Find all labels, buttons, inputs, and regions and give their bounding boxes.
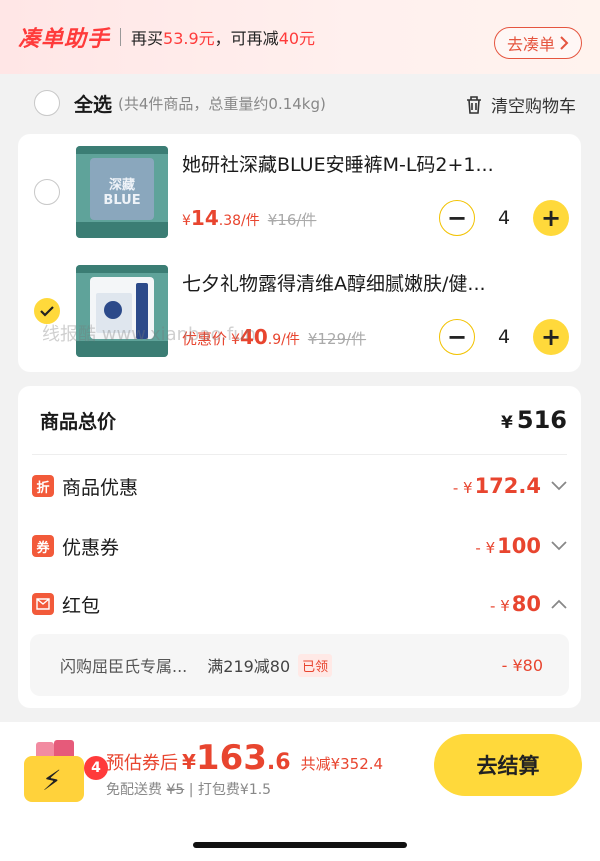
estimated-integer: 163 <box>195 738 267 778</box>
home-indicator <box>193 842 407 848</box>
discount-badge-icon: 折 <box>32 475 54 497</box>
price-currency: ¥ <box>182 213 191 229</box>
price-decimal: .38/件 <box>218 213 260 229</box>
fees-text: 免配送费 ¥5 | 打包费¥1.5 <box>106 779 271 799</box>
chevron-down-icon <box>551 481 567 491</box>
cart-bag-icon[interactable]: ⚡ 4 <box>24 740 108 802</box>
coupon-label: 优惠券 <box>62 536 120 559</box>
banner-buy-more: 53.9元 <box>163 29 215 48</box>
thumb-band <box>76 222 168 238</box>
clear-cart-button[interactable]: 清空购物车 <box>465 92 576 117</box>
red-packet-rule: 满219减80 <box>207 657 291 676</box>
decrease-button[interactable]: − <box>439 200 475 236</box>
increase-button[interactable]: + <box>533 200 569 236</box>
banner-mid: ，可再减 <box>214 29 279 48</box>
cart-count-badge: 4 <box>84 756 108 780</box>
cart-item: 深藏 BLUE 她研社深藏BLUE安睡裤M-L码2+1... ¥14.38/件 ¥… <box>18 134 581 253</box>
discount-value: 172.4 <box>474 474 541 498</box>
quantity-stepper: − 4 + <box>439 319 569 355</box>
watermark: 线报酷 www.xianbao.fun <box>42 324 257 345</box>
thumb-strip <box>76 265 168 273</box>
banner-divider <box>120 28 122 46</box>
banner-discount: 40元 <box>278 29 316 48</box>
original-price: ¥129/件 <box>307 330 367 348</box>
coupon-row[interactable]: 券 优惠券 - ¥100 <box>18 516 581 576</box>
red-packet-prefix: - ¥ <box>490 597 510 615</box>
trash-icon <box>467 95 481 114</box>
coupon-value: 100 <box>497 534 541 558</box>
red-packet-label: 红包 <box>62 594 101 617</box>
quantity-value[interactable]: 4 <box>475 207 533 229</box>
packing-fee: 打包费¥1.5 <box>197 782 272 798</box>
top-banner: 凑单助手 再买53.9元，可再减40元 去凑单 <box>0 0 600 74</box>
red-packet-detail[interactable]: 闪购屈臣氏专属... 满219减80 已领 - ¥80 <box>30 634 569 696</box>
discount-prefix: - ¥ <box>452 479 473 497</box>
fee-separator: | <box>184 782 198 798</box>
estimated-label: 预估券后 <box>106 753 178 774</box>
chevron-right-icon <box>560 36 569 50</box>
red-packet-icon <box>32 593 54 615</box>
select-all-row: 全选 (共4件商品，总重量约0.14kg) 清空购物车 <box>0 74 600 132</box>
cart-summary-text: (共4件商品，总重量约0.14kg) <box>118 94 326 113</box>
check-icon <box>40 306 54 317</box>
price-decimal: .9/件 <box>267 332 300 348</box>
chevron-down-icon <box>551 541 567 551</box>
estimated-price: 预估券后 ¥ 163 .6 共减¥352.4 <box>106 738 383 778</box>
cart-item: 七夕礼物露得清维A醇细腻嫩肤/健... 优惠价 ¥40.9/件 ¥129/件 − 4… <box>18 253 581 372</box>
total-currency: ¥ <box>501 413 513 433</box>
quantity-value[interactable]: 4 <box>475 326 533 348</box>
increase-button[interactable]: + <box>533 319 569 355</box>
total-saved: 共减¥352.4 <box>300 755 384 773</box>
banner-logo: 凑单助手 <box>18 27 111 52</box>
clear-cart-label: 清空购物车 <box>491 97 576 117</box>
free-delivery: 免配送费 <box>106 782 162 798</box>
price-integer: 14 <box>190 206 219 230</box>
discount-row[interactable]: 折 商品优惠 - ¥172.4 <box>18 456 581 516</box>
discount-amount: - ¥172.4 <box>453 474 541 498</box>
item-checkbox[interactable] <box>34 179 60 205</box>
thumb-cap <box>104 301 122 319</box>
product-image[interactable]: 深藏 BLUE <box>76 146 168 238</box>
total-price-value: ¥516 <box>501 406 567 434</box>
coupon-badge-icon: 券 <box>32 535 54 557</box>
estimated-currency: ¥ <box>182 750 196 774</box>
product-price: ¥14.38/件 ¥16/件 <box>182 206 316 230</box>
go-combine-button[interactable]: 去凑单 <box>493 27 582 59</box>
lightning-icon: ⚡ <box>42 764 62 797</box>
decrease-button[interactable]: − <box>439 319 475 355</box>
red-packet-value: 80 <box>511 592 541 616</box>
divider <box>32 454 567 455</box>
thumb-strip <box>76 146 168 154</box>
thumb-text: 深藏 BLUE <box>103 178 141 208</box>
coupon-prefix: - ¥ <box>475 539 496 557</box>
product-title[interactable]: 七夕礼物露得清维A醇细腻嫩肤/健... <box>182 269 562 296</box>
product-title[interactable]: 她研社深藏BLUE安睡裤M-L码2+1... <box>182 150 562 177</box>
original-price: ¥16/件 <box>267 211 317 229</box>
select-all-label[interactable]: 全选 <box>74 90 112 117</box>
estimated-decimal: .6 <box>266 750 291 775</box>
price-summary-card: 商品总价 ¥516 折 商品优惠 - ¥172.4 券 优惠券 - ¥100 红… <box>18 386 581 708</box>
total-price-row: 商品总价 ¥516 <box>18 390 581 450</box>
total-price-label: 商品总价 <box>40 410 117 433</box>
claimed-badge: 已领 <box>298 653 333 677</box>
quantity-stepper: − 4 + <box>439 200 569 236</box>
discount-label: 商品优惠 <box>62 476 139 499</box>
checkout-bar: ⚡ 4 预估券后 ¥ 163 .6 共减¥352.4 免配送费 ¥5 | 打包费… <box>0 722 600 861</box>
red-packet-row[interactable]: 红包 - ¥80 <box>18 574 581 634</box>
banner-prefix: 再买 <box>131 29 164 48</box>
chevron-up-icon <box>551 599 567 609</box>
red-packet-name: 闪购屈臣氏专属... <box>60 657 188 676</box>
select-all-checkbox[interactable] <box>34 90 60 116</box>
delivery-fee-struck: ¥5 <box>166 782 185 798</box>
coupon-amount: - ¥100 <box>475 534 541 558</box>
checkout-button[interactable]: 去结算 <box>434 734 582 796</box>
go-combine-label: 去凑单 <box>506 35 555 54</box>
total-amount: 516 <box>516 406 567 434</box>
red-packet-detail-amount: - ¥80 <box>501 655 543 675</box>
banner-message: 再买53.9元，可再减40元 <box>131 25 315 49</box>
red-packet-amount: - ¥80 <box>490 592 541 616</box>
